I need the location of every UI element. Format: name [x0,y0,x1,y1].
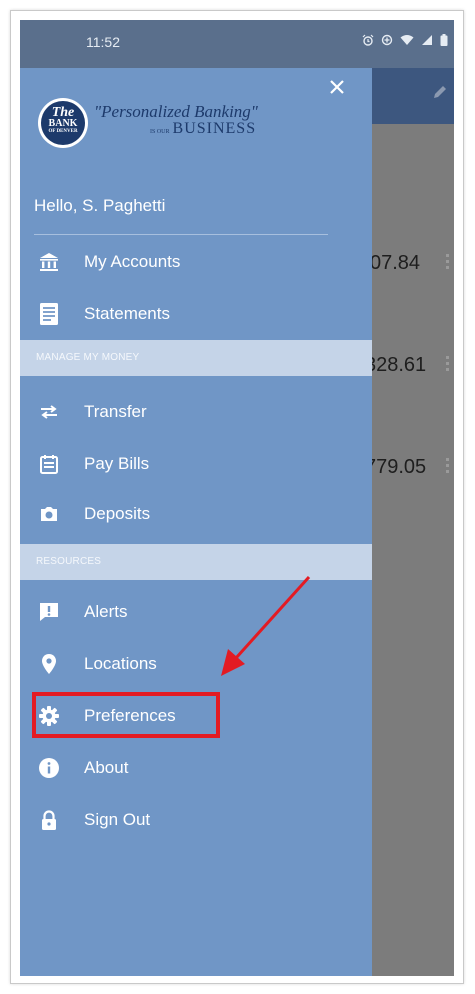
menu-item-transfer[interactable]: Transfer [20,386,372,438]
menu-item-label: Locations [84,654,157,673]
section-header-resources: RESOURCES [20,544,372,580]
menu-item-locations[interactable]: Locations [20,638,372,690]
menu-item-my-accounts[interactable]: My Accounts [20,236,372,288]
user-greeting: Hello, S. Paghetti [34,196,166,215]
account-balance[interactable]: 328.61 [365,354,426,377]
menu-item-sign-out[interactable]: Sign Out [20,794,372,846]
account-balance[interactable]: 07.84 [370,252,420,275]
menu-item-alerts[interactable]: Alerts [20,586,372,638]
alarm-icon [362,34,374,49]
menu-item-label: Sign Out [84,810,151,829]
status-time: 11:52 [86,34,120,50]
transfer-icon [38,401,60,423]
bank-seal: The BANK OF DENVER [38,98,88,148]
lock-icon [38,809,60,831]
signal-icon [421,34,433,49]
menu-item-deposits[interactable]: Deposits [20,488,372,540]
status-bar: 11:52 [20,20,454,68]
phone-screen: 11:52 07.84 328.61 779.05 The BANK OF DE… [20,20,454,976]
more-options-icon[interactable] [446,458,449,474]
info-icon [38,757,60,779]
menu-item-label: Transfer [84,402,147,421]
status-icons [362,34,448,49]
more-options-icon[interactable] [446,356,449,372]
navigation-drawer: The BANK OF DENVER "Personalized Banking… [20,68,372,976]
close-icon [330,80,344,94]
account-balance[interactable]: 779.05 [365,456,426,479]
annotation-highlight-box [32,692,220,738]
close-drawer-button[interactable] [326,76,348,98]
menu-item-label: Alerts [84,602,128,621]
section-header-manage: MANAGE MY MONEY [20,340,372,376]
battery-icon [440,34,448,49]
bank-tagline: "Personalized Banking" IS OUR BUSINESS [94,102,258,137]
location-pin-icon [38,653,60,675]
menu-item-label: About [84,758,129,777]
menu-item-label: Pay Bills [84,454,150,473]
divider [34,234,328,235]
menu-item-about[interactable]: About [20,742,372,794]
more-options-icon[interactable] [446,254,449,270]
wifi-icon [400,34,414,49]
data-saver-icon [381,34,393,49]
menu-item-statements[interactable]: Statements [20,288,372,340]
camera-icon [38,503,60,525]
edit-icon[interactable] [432,84,448,105]
statement-icon [38,303,60,325]
menu-item-label: Statements [84,304,170,323]
alert-icon [38,601,60,623]
menu-item-label: My Accounts [84,252,181,271]
bank-logo: The BANK OF DENVER "Personalized Banking… [38,98,338,148]
menu-item-label: Deposits [84,504,151,523]
calendar-bill-icon [38,453,60,475]
menu-item-pay-bills[interactable]: Pay Bills [20,438,372,490]
bank-icon [38,251,60,273]
